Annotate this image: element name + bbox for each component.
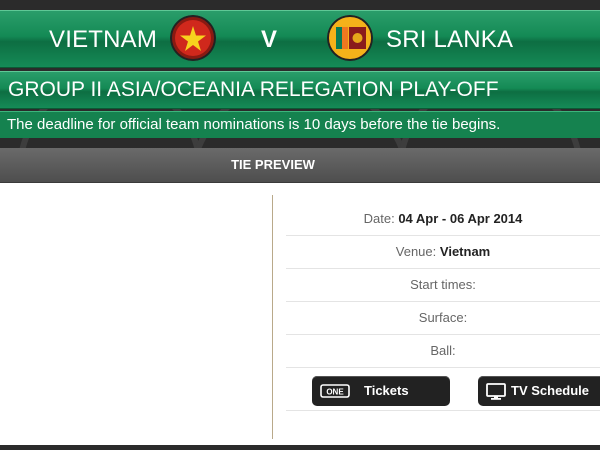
tv-schedule-label: TV Schedule [511,383,590,398]
svg-text:ONE: ONE [326,388,344,397]
notice-bar: The deadline for official team nominatio… [0,111,600,138]
group-title-bar: GROUP II ASIA/OCEANIA RELEGATION PLAY-OF… [0,71,600,109]
group-title: GROUP II ASIA/OCEANIA RELEGATION PLAY-OF… [8,78,499,101]
venue-row: Venue: Vietnam [286,236,600,269]
tv-schedule-button[interactable]: TV Schedule [478,376,600,406]
nomination-notice: The deadline for official team nominatio… [7,116,501,133]
versus-label: V [261,26,278,53]
ball-label: Ball: [430,343,456,358]
venue-label: Venue: [395,244,437,259]
tie-preview-content: Date: 04 Apr - 06 Apr 2014 Venue: Vietna… [0,183,600,445]
away-team-name: SRI LANKA [386,26,514,53]
date-label: Date: [363,211,395,226]
tickets-label: Tickets [364,383,409,398]
ball-row: Ball: [286,335,600,368]
bottom-border [0,445,600,450]
vietnam-flag-icon [170,15,216,61]
date-row: Date: 04 Apr - 06 Apr 2014 [286,203,600,236]
surface-row: Surface: [286,302,600,335]
tie-info-panel: Date: 04 Apr - 06 Apr 2014 Venue: Vietna… [286,203,600,411]
venue-value: Vietnam [439,244,491,259]
date-value: 04 Apr - 06 Apr 2014 [398,211,523,226]
match-banner: VIETNAM V SRI LANKA GROUP II ASIA/OCEANI… [0,0,600,148]
start-times-row: Start times: [286,269,600,302]
tv-icon [486,376,506,417]
action-buttons: ONE Tickets TV Schedule [286,368,600,411]
start-times-label: Start times: [410,277,476,292]
home-team-name: VIETNAM [49,26,158,53]
surface-label: Surface: [418,310,468,325]
tie-preview-title: TIE PREVIEW [231,157,315,172]
match-bar: VIETNAM V SRI LANKA [0,10,600,68]
ticket-icon: ONE [320,376,350,417]
tickets-button[interactable]: ONE Tickets [312,376,450,406]
sri-lanka-flag-icon [327,15,373,61]
column-divider [272,195,273,439]
tie-preview-header: TIE PREVIEW [0,148,600,183]
